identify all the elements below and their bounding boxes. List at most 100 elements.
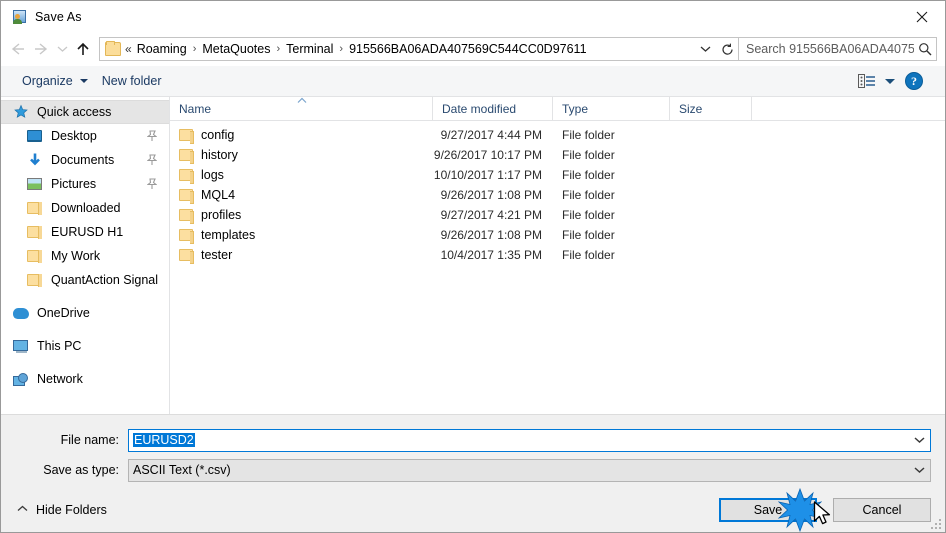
hide-folders-button[interactable]: Hide Folders <box>13 499 111 521</box>
sidebar-item-desktop[interactable]: Desktop <box>1 124 169 148</box>
folder-icon <box>105 41 121 56</box>
sidebar-item-eurusd-h1[interactable]: EURUSD H1 <box>1 220 169 244</box>
search-box[interactable]: Search 915566BA06ADA40756... <box>739 37 937 61</box>
sidebar-item-network[interactable]: Network <box>1 367 169 391</box>
save-form: File name: EURUSD2 Save as type: ASCII T… <box>1 414 945 487</box>
sidebar-item-this-pc[interactable]: This PC <box>1 334 169 358</box>
table-row[interactable]: history 9/26/2017 10:17 PM File folder <box>170 145 945 165</box>
cancel-button-label: Cancel <box>862 502 902 517</box>
sidebar-item-documents[interactable]: Documents <box>1 148 169 172</box>
chevron-down-icon[interactable] <box>694 38 716 60</box>
new-folder-button[interactable]: New folder <box>95 70 169 92</box>
file-name-cell: config <box>170 128 433 144</box>
column-header-type[interactable]: Type <box>553 97 670 120</box>
breadcrumb-item-terminal-id[interactable]: 915566BA06ADA407569C544CC0D97611 <box>346 40 589 58</box>
breadcrumb-separator[interactable]: › <box>190 43 200 55</box>
sidebar-item-label: Network <box>37 372 83 386</box>
column-header-size[interactable]: Size <box>670 97 752 120</box>
file-date-cell: 9/27/2017 4:21 PM <box>440 208 542 222</box>
navigation-pane: Quick access Desktop Documents Pictures … <box>1 97 170 414</box>
close-icon[interactable] <box>899 1 945 32</box>
table-row[interactable]: config 9/27/2017 4:44 PM File folder <box>170 125 945 145</box>
table-row[interactable]: logs 10/10/2017 1:17 PM File folder <box>170 165 945 185</box>
save-as-type-label: Save as type: <box>43 463 119 477</box>
caret-up-icon <box>297 96 307 107</box>
save-button[interactable]: Save <box>719 497 817 522</box>
breadcrumb: « Roaming › MetaQuotes › Terminal › 9155… <box>125 40 694 58</box>
folder-icon <box>179 149 194 164</box>
folder-icon <box>27 224 44 240</box>
sidebar-item-label: OneDrive <box>37 306 90 320</box>
column-header-label: Name <box>179 101 212 116</box>
file-type-cell: File folder <box>562 188 615 202</box>
folder-icon <box>179 189 194 204</box>
help-label: ? <box>911 73 917 88</box>
file-name-selected-text[interactable]: EURUSD2 <box>133 433 195 447</box>
file-name-label: history <box>201 148 238 162</box>
cancel-button[interactable]: Cancel <box>833 497 931 522</box>
sidebar-item-onedrive[interactable]: OneDrive <box>1 301 169 325</box>
file-type-cell: File folder <box>562 228 615 242</box>
chevron-down-icon[interactable] <box>908 460 930 481</box>
folder-icon <box>27 200 44 216</box>
toolbar: Organize New folder ? <box>1 66 945 97</box>
file-date-cell: 10/4/2017 1:35 PM <box>440 248 542 262</box>
file-date-cell: 10/10/2017 1:17 PM <box>433 168 542 182</box>
resize-grip-icon[interactable] <box>929 517 941 529</box>
breadcrumb-item-metaquotes[interactable]: MetaQuotes <box>199 40 273 58</box>
sidebar-item-label: EURUSD H1 <box>51 225 124 239</box>
save-as-type-select[interactable]: ASCII Text (*.csv) <box>128 458 931 482</box>
address-bar[interactable]: « Roaming › MetaQuotes › Terminal › 9155… <box>99 37 739 61</box>
sidebar-item-quantaction-signal[interactable]: QuantAction Signal <box>1 268 169 292</box>
network-icon <box>13 371 30 387</box>
file-type-cell: File folder <box>562 208 615 222</box>
chevron-down-icon[interactable] <box>908 430 930 451</box>
file-name-row: File name: EURUSD2 <box>1 427 945 453</box>
folder-icon <box>179 209 194 224</box>
caret-down-icon[interactable] <box>885 78 895 84</box>
file-name-value[interactable]: EURUSD2 <box>129 433 908 447</box>
sidebar-item-downloaded[interactable]: Downloaded <box>1 196 169 220</box>
sidebar-item-label: My Work <box>51 249 101 263</box>
table-row[interactable]: MQL4 9/26/2017 1:08 PM File folder <box>170 185 945 205</box>
table-row[interactable]: tester 10/4/2017 1:35 PM File folder <box>170 245 945 265</box>
forward-button[interactable] <box>29 36 53 62</box>
file-type-cell: File folder <box>562 128 615 142</box>
sidebar-item-pictures[interactable]: Pictures <box>1 172 169 196</box>
sidebar-item-label: Desktop <box>51 129 97 143</box>
file-name-cell: logs <box>170 168 433 184</box>
address-bar-row: « Roaming › MetaQuotes › Terminal › 9155… <box>1 32 945 66</box>
breadcrumb-item-roaming[interactable]: Roaming <box>134 40 190 58</box>
view-list-icon[interactable] <box>856 71 878 91</box>
column-header-date-modified[interactable]: Date modified <box>433 97 553 120</box>
breadcrumb-overflow[interactable]: « <box>125 42 134 56</box>
save-as-dialog: Save As « Roaming › MetaQuotes › Termina… <box>0 0 946 533</box>
table-row[interactable]: profiles 9/27/2017 4:21 PM File folder <box>170 205 945 225</box>
caret-up-icon <box>17 504 28 515</box>
sidebar-item-label: Documents <box>51 153 115 167</box>
organize-button[interactable]: Organize <box>15 70 95 92</box>
caret-down-icon <box>79 79 88 83</box>
file-name-input[interactable]: EURUSD2 <box>128 428 931 452</box>
table-row[interactable]: templates 9/26/2017 1:08 PM File folder <box>170 225 945 245</box>
breadcrumb-separator[interactable]: › <box>336 43 346 55</box>
refresh-icon[interactable] <box>716 38 738 60</box>
sidebar-item-my-work[interactable]: My Work <box>1 244 169 268</box>
pin-icon[interactable] <box>147 178 157 190</box>
breadcrumb-item-terminal[interactable]: Terminal <box>283 40 336 58</box>
recent-locations-button[interactable] <box>53 36 71 62</box>
sidebar-item-quick-access[interactable]: Quick access <box>1 100 169 124</box>
search-input[interactable]: Search 915566BA06ADA40756... <box>739 42 914 56</box>
folder-icon <box>27 248 44 264</box>
file-name-cell: MQL4 <box>170 188 433 204</box>
pin-icon[interactable] <box>147 130 157 142</box>
breadcrumb-separator[interactable]: › <box>273 43 283 55</box>
file-name-label: logs <box>201 168 224 182</box>
pin-icon[interactable] <box>147 154 157 166</box>
column-header-label: Size <box>679 101 703 116</box>
up-button[interactable] <box>71 36 95 62</box>
column-header-name[interactable]: Name <box>170 97 433 120</box>
help-icon[interactable]: ? <box>905 72 923 90</box>
back-button[interactable] <box>5 36 29 62</box>
search-icon[interactable] <box>914 38 936 60</box>
